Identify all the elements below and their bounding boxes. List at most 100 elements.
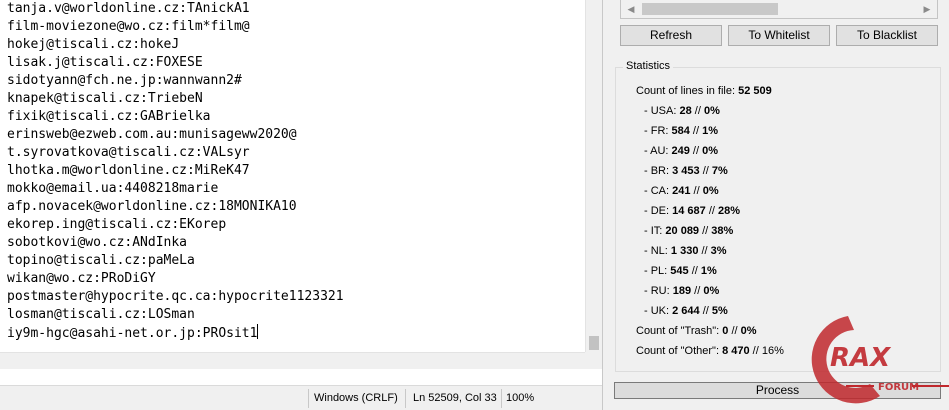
- country-count: 249: [671, 145, 690, 157]
- country-percent: 5%: [711, 305, 728, 317]
- country-separator: //: [691, 285, 704, 297]
- other-count-separator: //: [749, 345, 762, 357]
- country-label: - NL:: [644, 245, 668, 257]
- country-stat-row: - RU: 189 // 0%: [644, 285, 719, 297]
- country-stat-row: - AU: 249 // 0%: [644, 145, 718, 157]
- other-count-label: Count of "Other":: [636, 345, 720, 357]
- list-horizontal-scrollbar[interactable]: ◀ ▶: [620, 0, 938, 19]
- editor-line: postmaster@hypocrite.qc.ca:hypocrite1123…: [7, 289, 344, 304]
- country-percent: 3%: [710, 245, 727, 257]
- editor-line: losman@tiscali.cz:LOSman: [7, 307, 195, 322]
- country-stat-row: - UK: 2 644 // 5%: [644, 305, 728, 317]
- country-count: 3 453: [672, 165, 700, 177]
- other-count-row: Count of "Other": 8 470 // 16%: [636, 345, 784, 357]
- status-bar: Windows (CRLF) Ln 52509, Col 33 100%: [0, 385, 602, 410]
- editor-line: ekorep.ing@tiscali.cz:EKorep: [7, 217, 227, 232]
- country-percent: 0%: [702, 145, 719, 157]
- country-separator: //: [689, 145, 703, 157]
- country-count: 2 644: [672, 305, 700, 317]
- vertical-scrollbar[interactable]: [585, 0, 602, 352]
- editor-line: tanja.v@worldonline.cz:TAnickA1: [7, 1, 250, 16]
- country-percent: 1%: [700, 265, 717, 277]
- status-line-endings: Windows (CRLF): [314, 392, 398, 404]
- editor-line: topino@tiscali.cz:paMeLa: [7, 253, 195, 268]
- country-count: 545: [670, 265, 689, 277]
- country-count: 28: [679, 105, 692, 117]
- country-label: - CA:: [644, 185, 670, 197]
- status-cursor-position: Ln 52509, Col 33: [413, 392, 497, 404]
- country-count: 189: [672, 285, 692, 297]
- editor-line: sobotkovi@wo.cz:ANdInka: [7, 235, 188, 250]
- country-stat-row: - IT: 20 089 // 38%: [644, 225, 733, 237]
- country-label: - RU:: [644, 285, 670, 297]
- count-lines-value: 52 509: [738, 85, 772, 97]
- editor-line: afp.novacek@worldonline.cz:18MONIKA10: [7, 199, 297, 214]
- country-label: - DE:: [644, 205, 670, 217]
- trash-count-separator: //: [728, 325, 741, 337]
- statistics-title: Statistics: [623, 60, 674, 72]
- country-stat-row: - NL: 1 330 // 3%: [644, 245, 727, 257]
- country-stat-row: - PL: 545 // 1%: [644, 265, 717, 277]
- editor-line: lhotka.m@worldonline.cz:MiReK47: [7, 163, 250, 178]
- to-whitelist-button[interactable]: To Whitelist: [728, 25, 830, 46]
- scrollbar-corner: [585, 352, 602, 369]
- country-percent: 28%: [718, 205, 741, 217]
- refresh-button[interactable]: Refresh: [620, 25, 722, 46]
- text-caret: [257, 324, 259, 339]
- country-count: 20 089: [665, 225, 700, 237]
- country-stat-row: - DE: 14 687 // 28%: [644, 205, 740, 217]
- editor-line: fixik@tiscali.cz:GABrielka: [7, 109, 211, 124]
- editor-line: lisak.j@tiscali.cz:FOXESE: [7, 55, 203, 70]
- country-percent: 38%: [711, 225, 734, 237]
- to-blacklist-button[interactable]: To Blacklist: [836, 25, 938, 46]
- editor-line: sidotyann@fch.ne.jp:wannwann2#: [7, 73, 242, 88]
- country-percent: 0%: [703, 105, 720, 117]
- trash-count-percent: 0%: [740, 325, 757, 337]
- editor-line: hokej@tiscali.cz:hokeJ: [7, 37, 180, 52]
- process-button[interactable]: Process: [614, 382, 941, 399]
- country-separator: //: [699, 305, 712, 317]
- status-zoom: 100%: [506, 392, 535, 404]
- scroll-right-icon[interactable]: ▶: [920, 3, 934, 15]
- statistics-group: Statistics Count of lines in file: 52 50…: [615, 60, 941, 372]
- editor-line: mokko@email.ua:4408218marie: [7, 181, 219, 196]
- list-scrollbar-thumb[interactable]: [642, 3, 778, 15]
- status-separator: [308, 389, 309, 408]
- country-label: - PL:: [644, 265, 668, 277]
- country-separator: //: [698, 245, 711, 257]
- country-label: - USA:: [644, 105, 677, 117]
- country-label: - UK:: [644, 305, 670, 317]
- country-percent: 7%: [711, 165, 728, 177]
- country-count: 1 330: [670, 245, 699, 257]
- count-lines-label: Count of lines in file:: [636, 85, 736, 97]
- trash-count-row: Count of "Trash": 0 // 0%: [636, 325, 757, 337]
- country-separator: //: [689, 125, 703, 137]
- text-editor[interactable]: tanja.v@worldonline.cz:TAnickA1 film-movi…: [0, 0, 602, 410]
- country-separator: //: [699, 225, 712, 237]
- country-percent: 0%: [702, 185, 719, 197]
- country-count: 14 687: [672, 205, 706, 217]
- editor-line: wikan@wo.cz:PRoDiGY: [7, 271, 156, 286]
- status-separator: [501, 389, 502, 408]
- horizontal-scrollbar[interactable]: [0, 352, 585, 369]
- country-percent: 1%: [702, 125, 719, 137]
- country-stat-row: - BR: 3 453 // 7%: [644, 165, 728, 177]
- editor-line: knapek@tiscali.cz:TriebeN: [7, 91, 203, 106]
- editor-line: iy9m-hgc@asahi-net.or.jp:PROsit1: [7, 324, 259, 341]
- country-stat-row: - CA: 241 // 0%: [644, 185, 719, 197]
- country-separator: //: [690, 185, 703, 197]
- country-percent: 0%: [703, 285, 720, 297]
- country-label: - BR:: [644, 165, 670, 177]
- editor-text-area[interactable]: tanja.v@worldonline.cz:TAnickA1 film-movi…: [0, 0, 584, 352]
- scroll-left-icon[interactable]: ◀: [624, 3, 638, 15]
- vertical-scrollbar-thumb[interactable]: [589, 336, 599, 350]
- country-count: 241: [672, 185, 691, 197]
- trash-count-label: Count of "Trash":: [636, 325, 720, 337]
- country-separator: //: [699, 165, 712, 177]
- country-separator: //: [688, 265, 701, 277]
- country-stat-row: - FR: 584 // 1%: [644, 125, 718, 137]
- right-panel: ◀ ▶ Refresh To Whitelist To Blacklist St…: [608, 0, 949, 410]
- other-count-value: 8 470: [722, 345, 750, 357]
- count-lines-row: Count of lines in file: 52 509: [636, 85, 772, 97]
- country-label: - IT:: [644, 225, 663, 237]
